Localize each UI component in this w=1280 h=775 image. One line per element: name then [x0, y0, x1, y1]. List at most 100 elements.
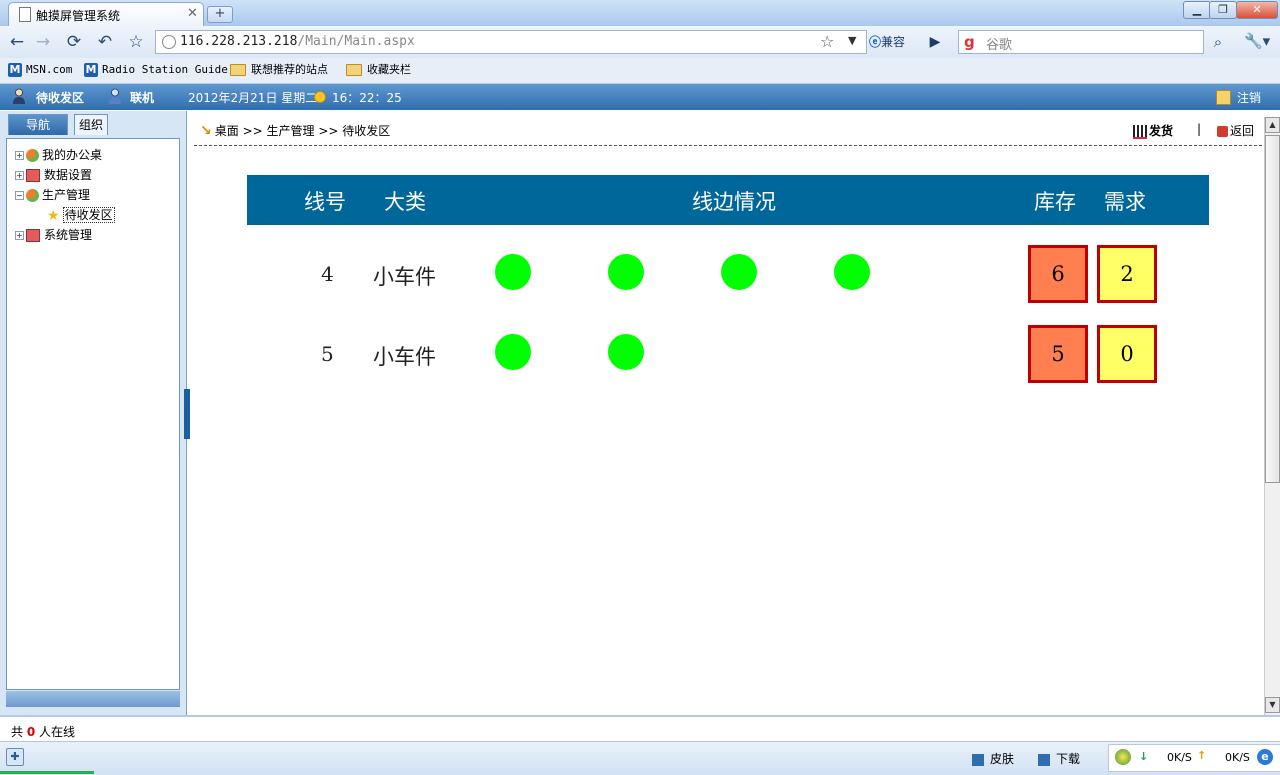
bookmark-lenovo-sites[interactable]: 联想推荐的站点 [230, 62, 328, 78]
document-icon [19, 7, 31, 22]
breadcrumb-divider [194, 145, 1262, 146]
user-icon [13, 88, 25, 104]
upload-rate: 0K/S [1225, 751, 1250, 764]
breadcrumb-arrow-icon: ↘ [200, 123, 212, 139]
tree-item-pending-area[interactable]: ★ 待收发区 [47, 206, 115, 224]
flower-icon [26, 149, 39, 162]
status-dot [495, 334, 531, 370]
download-button[interactable]: 下载 [1038, 750, 1080, 767]
line-table-header: 线号 大类 线边情况 库存 需求 [247, 175, 1209, 225]
search-icon[interactable]: ⌕ [1208, 32, 1228, 52]
maximize-button[interactable]: ❐ [1209, 1, 1237, 19]
search-box[interactable]: g 谷歌 [958, 30, 1204, 54]
msn-icon: M [8, 63, 22, 77]
bookmark-radio-station-guide[interactable]: M Radio Station Guide [84, 62, 228, 78]
search-placeholder[interactable]: 谷歌 [986, 34, 1012, 53]
favorite-star-icon[interactable]: ☆ [125, 31, 147, 53]
header-demand: 需求 [1104, 190, 1146, 214]
date-label: 2012年2月21日 星期二 [188, 91, 318, 105]
bookmark-favorites-bar[interactable]: 收藏夹栏 [346, 62, 411, 78]
download-icon [1038, 753, 1050, 766]
browser-titlebar: 触摸屏管理系统 ✕ + ▁ ❐ ✕ [0, 0, 1280, 26]
browser-tab[interactable]: 触摸屏管理系统 ✕ [8, 2, 204, 26]
header-line-no: 线号 [304, 190, 346, 214]
back-icon[interactable]: ← [6, 31, 28, 53]
header-category: 大类 [384, 190, 426, 214]
speed-ball-icon [1115, 749, 1131, 765]
book-icon [26, 229, 40, 242]
book-icon [26, 169, 40, 182]
expand-plus-icon[interactable]: + [15, 231, 24, 240]
favorites-bar: M MSN.com M Radio Station Guide 联想推荐的站点 收藏… [0, 58, 1280, 84]
ship-icon [1133, 124, 1147, 139]
scroll-down-icon[interactable]: ▼ [1265, 697, 1280, 713]
app-header: 待收发区 联机 2012年2月21日 星期二 16：22：25 注销 [0, 84, 1280, 110]
clock-icon [314, 91, 326, 103]
breadcrumb: ↘ 桌面 >> 生产管理 >> 待收发区 [200, 123, 391, 139]
current-user-label: 待收发区 [36, 91, 85, 105]
logout-link[interactable]: 注销 [1237, 89, 1261, 106]
google-icon: g [964, 33, 975, 51]
expand-plus-icon[interactable]: + [15, 171, 24, 180]
close-tab-icon[interactable]: ✕ [187, 6, 198, 21]
tab-title: 触摸屏管理系统 [36, 9, 121, 23]
address-bar[interactable]: 116.228.213.218/Main/Main.aspx ☆ ▼ [155, 30, 867, 54]
ie-icon[interactable]: e [1257, 749, 1273, 765]
tools-wrench-icon[interactable]: 🔧▾ [1244, 32, 1272, 52]
nav-tree: + 我的办公桌 + 数据设置 − 生产管理 ★ 待收发区 + 系统管理 [6, 138, 180, 690]
stock-count-box[interactable]: 6 [1028, 245, 1088, 303]
minimize-button[interactable]: ▁ [1183, 1, 1211, 19]
breadcrumb-desk[interactable]: 桌面 [215, 124, 239, 138]
network-speed-widget[interactable]: ↓ 0K/S ↑ 0K/S e [1108, 744, 1280, 772]
undo-icon[interactable]: ↶ [94, 31, 116, 53]
row-category: 小车件 [373, 345, 436, 369]
left-panel-resize-grip[interactable] [6, 691, 180, 707]
tree-item-system-admin[interactable]: + 系统管理 [15, 226, 92, 244]
url-text[interactable]: 116.228.213.218/Main/Main.aspx [180, 34, 415, 49]
go-icon[interactable]: ▶ [925, 32, 945, 52]
extension-puzzle-icon[interactable]: ✚ [6, 748, 24, 766]
flower-icon [26, 189, 39, 202]
row-line-no: 5 [321, 342, 334, 366]
ship-button[interactable]: 发货 [1133, 122, 1173, 139]
page-globe-icon [162, 35, 176, 49]
new-tab-button[interactable]: + [207, 6, 233, 23]
demand-count-box[interactable]: 2 [1097, 245, 1157, 303]
skin-button[interactable]: 皮肤 [972, 750, 1014, 767]
download-arrow-icon: ↓ [1139, 750, 1149, 763]
app-footer: 共 0 人在线 [0, 715, 1280, 742]
online-status-label: 联机 [130, 91, 155, 105]
close-window-button[interactable]: ✕ [1236, 1, 1278, 19]
scroll-thumb[interactable] [1265, 135, 1280, 483]
header-stock: 库存 [1034, 190, 1076, 214]
expand-plus-icon[interactable]: + [15, 151, 24, 160]
stock-count-box[interactable]: 5 [1028, 325, 1088, 383]
key-icon [1216, 90, 1231, 105]
breadcrumb-production[interactable]: 生产管理 [267, 124, 315, 138]
browser-navbar: ← → ⟳ ↶ ☆ 116.228.213.218/Main/Main.aspx… [0, 26, 1280, 59]
status-dot [608, 254, 644, 290]
tab-navigation[interactable]: 导航 [8, 114, 68, 135]
folder-icon [230, 64, 246, 76]
tree-item-data-settings[interactable]: + 数据设置 [15, 166, 92, 184]
bookmark-msn[interactable]: M MSN.com [8, 62, 72, 78]
collapse-minus-icon[interactable]: − [15, 191, 24, 200]
vertical-scrollbar[interactable]: ▲ ▼ [1264, 117, 1280, 715]
online-users-text: 共 0 人在线 [11, 725, 76, 739]
time-label: 16：22：25 [332, 91, 402, 105]
toolbar-divider: | [1197, 122, 1202, 136]
refresh-icon[interactable]: ⟳ [63, 31, 85, 53]
demand-count-box[interactable]: 0 [1097, 325, 1157, 383]
tree-item-production[interactable]: − 生产管理 [15, 186, 90, 204]
tab-organization[interactable]: 组织 [74, 114, 108, 135]
forward-icon[interactable]: → [32, 31, 54, 53]
compat-mode-button[interactable]: ⓔ兼容 [869, 31, 919, 53]
scroll-up-icon[interactable]: ▲ [1265, 117, 1280, 133]
skin-icon [972, 753, 984, 766]
back-button[interactable]: 返回 [1217, 122, 1254, 139]
tree-item-my-desk[interactable]: + 我的办公桌 [15, 146, 102, 164]
header-line-status: 线边情况 [692, 190, 776, 214]
address-dropdown-icon[interactable]: ▼ [848, 34, 856, 47]
main-content: ↘ 桌面 >> 生产管理 >> 待收发区 发货 | 返回 线号 大类 线边情况 库… [190, 111, 1264, 715]
bookmark-star-icon[interactable]: ☆ [820, 32, 834, 51]
